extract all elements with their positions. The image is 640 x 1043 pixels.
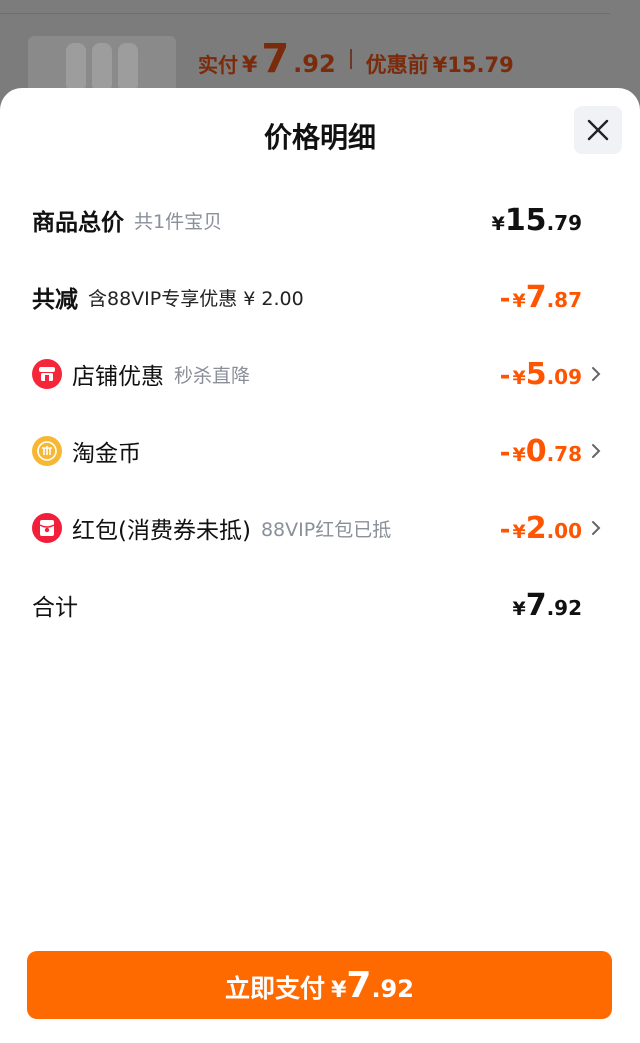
currency-symbol: ¥ (491, 212, 505, 235)
amount-integer: 0 (525, 433, 547, 469)
before-discount-value: ¥15.79 (432, 53, 514, 77)
currency-symbol: ¥ (331, 978, 347, 1003)
amount-decimal: .09 (546, 364, 582, 389)
currency-symbol: ¥ (512, 443, 526, 466)
reduction-amount: - ¥ 7 .87 (500, 280, 582, 315)
amount-integer: 5 (525, 356, 547, 392)
row-total-reduction: 共减 含88VIP专享优惠 ¥ 2.00 - ¥ 7 .87 (32, 277, 608, 317)
row-red-packet[interactable]: 红包(消费券未抵) 88VIP红包已抵 - ¥ 2 .00 (32, 508, 608, 548)
sheet-title: 价格明细 (263, 121, 376, 154)
close-icon (587, 119, 609, 141)
row-shop-discount[interactable]: 店铺优惠 秒杀直降 - ¥ 5 .09 (32, 354, 608, 394)
amount-integer: 2 (525, 510, 547, 546)
amount-decimal: .92 (371, 975, 414, 1003)
close-button[interactable] (574, 106, 622, 154)
chevron-right-icon (584, 362, 608, 386)
currency-symbol: ¥ (512, 520, 526, 543)
total-goods-label: 商品总价 (32, 210, 124, 236)
minus-sign: - (499, 437, 511, 468)
taojinbi-label: 淘金币 (72, 441, 141, 467)
amount-integer: 7 (525, 587, 547, 623)
bottle-shape (66, 43, 86, 89)
currency-symbol: ¥ (512, 366, 526, 389)
paid-currency: ¥ (242, 53, 258, 78)
row-taojinbi[interactable]: 淘金币 - ¥ 0 .78 (32, 431, 608, 471)
bottle-shape (92, 43, 112, 89)
red-packet-icon (32, 513, 62, 543)
shop-discount-note: 秒杀直降 (174, 364, 251, 387)
background-divider (0, 13, 610, 14)
reduction-label: 共减 (32, 287, 78, 313)
paid-amount-decimal: .92 (293, 50, 336, 78)
amount-integer: 15 (504, 202, 547, 238)
red-packet-label: 红包(消费券未抵) (72, 518, 251, 544)
paid-amount-integer: 7 (261, 36, 290, 82)
amount-integer: 7 (525, 279, 547, 315)
currency-symbol: ¥ (512, 289, 526, 312)
sum-label: 合计 (32, 595, 78, 621)
price-detail-sheet: 价格明细 商品总价 共1件宝贝 ¥ 15 .79 共减 含88VIP专享优惠 ¥… (0, 88, 640, 1043)
pay-now-button[interactable]: 立即支付 ¥ 7 .92 (27, 951, 612, 1019)
chevron-right-icon (584, 516, 608, 540)
red-packet-amount: - ¥ 2 .00 (500, 511, 582, 546)
amount-integer: 7 (346, 965, 372, 1006)
minus-sign: - (499, 514, 511, 545)
currency-symbol: ¥ (512, 597, 526, 620)
amount-decimal: .78 (546, 441, 582, 466)
paid-label: 实付 (198, 53, 238, 77)
pay-now-label: 立即支付 (225, 974, 326, 1003)
shop-discount-amount: - ¥ 5 .09 (500, 357, 582, 392)
minus-sign: - (499, 360, 511, 391)
shop-discount-label: 店铺优惠 (72, 364, 164, 390)
bottle-shape (118, 43, 138, 89)
amount-decimal: .87 (546, 287, 582, 312)
total-goods-count: 共1件宝贝 (134, 210, 223, 233)
price-separator (349, 49, 352, 69)
product-thumbnail (28, 36, 176, 96)
red-packet-note: 88VIP红包已抵 (260, 518, 392, 541)
total-goods-amount: ¥ 15 .79 (492, 203, 582, 238)
chevron-right-icon (584, 439, 608, 463)
shop-icon (32, 359, 62, 389)
row-total-goods: 商品总价 共1件宝贝 ¥ 15 .79 (32, 200, 608, 240)
amount-decimal: .00 (546, 518, 582, 543)
sum-amount: ¥ 7 .92 (512, 588, 582, 623)
reduction-vip-note: 含88VIP专享优惠 ¥ 2.00 (88, 287, 304, 310)
before-discount-label: 优惠前 (365, 53, 429, 77)
background-price-row: 实付 ¥ 7 .92 优惠前 ¥15.79 (198, 36, 514, 82)
amount-decimal: .79 (546, 210, 582, 235)
coin-icon (32, 436, 62, 466)
minus-sign: - (499, 283, 511, 314)
amount-decimal: .92 (546, 595, 582, 620)
taojinbi-amount: - ¥ 0 .78 (500, 434, 582, 469)
row-sum: 合计 ¥ 7 .92 (32, 585, 608, 625)
